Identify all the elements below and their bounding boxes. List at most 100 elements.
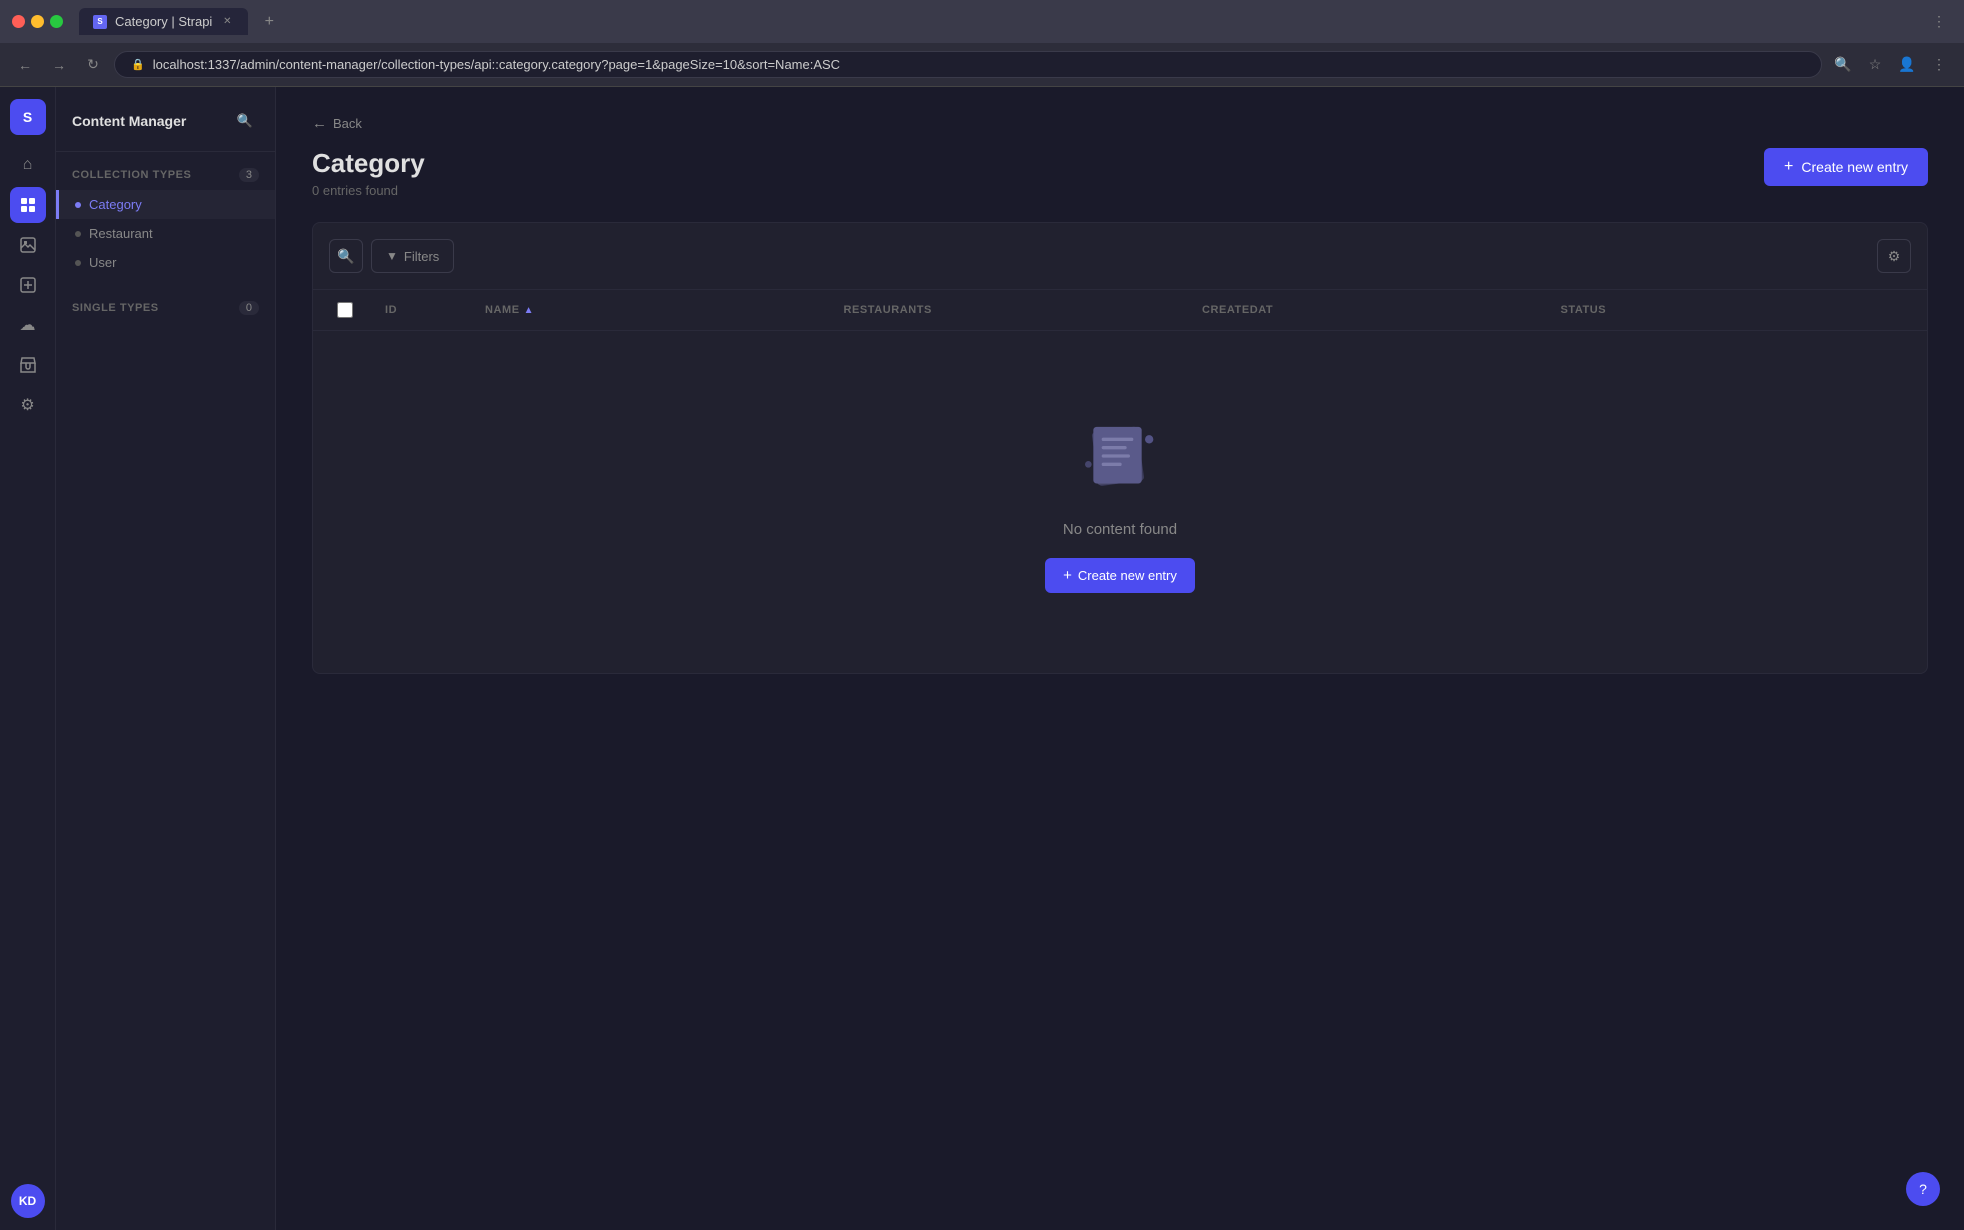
filters-btn[interactable]: ▼ Filters	[371, 239, 454, 273]
tab-close-btn[interactable]: ✕	[220, 15, 234, 29]
content-inner: ← Back Category 0 entries found + Create…	[276, 87, 1964, 1230]
header-checkbox-cell	[329, 290, 377, 330]
profile-icon[interactable]: 👤	[1894, 52, 1920, 78]
maximize-window-btn[interactable]	[50, 15, 63, 28]
main-content: ← Back Category 0 entries found + Create…	[276, 87, 1964, 1230]
select-all-checkbox[interactable]	[337, 302, 353, 318]
browser-tab[interactable]: S Category | Strapi ✕	[79, 8, 248, 35]
tab-title: Category | Strapi	[115, 14, 212, 29]
nav-dot-category	[75, 202, 81, 208]
table-search-icon: 🔍	[337, 248, 354, 265]
sidebar-home-btn[interactable]: ⌂	[10, 147, 46, 183]
entries-count: 0 entries found	[312, 183, 425, 198]
page-title: Category	[312, 148, 425, 179]
empty-create-label: Create new entry	[1078, 568, 1177, 583]
header-id: ID	[377, 290, 477, 330]
sidebar-settings-btn[interactable]: ⚙	[10, 387, 46, 423]
table-toolbar: 🔍 ▼ Filters ⚙	[313, 223, 1927, 290]
single-types-label: SINGLE TYPES	[72, 302, 159, 314]
header-createdat[interactable]: CREATEDAT	[1194, 290, 1553, 330]
nav-dot-user	[75, 260, 81, 266]
nav-item-user-label: User	[89, 255, 116, 270]
browser-chrome: S Category | Strapi ✕ + ⋮ ← → ↻ 🔒 localh…	[0, 0, 1964, 87]
nav-search-btn[interactable]: 🔍	[231, 107, 259, 135]
create-new-entry-btn-top[interactable]: + Create new entry	[1764, 148, 1928, 186]
header-status-label: STATUS	[1561, 304, 1607, 316]
back-label: Back	[333, 116, 362, 131]
back-btn[interactable]: ←	[12, 52, 38, 78]
nav-item-restaurant[interactable]: Restaurant	[56, 219, 275, 248]
nav-sidebar-header: Content Manager 🔍	[56, 87, 275, 152]
header-restaurants-label: RESTAURANTS	[844, 304, 932, 316]
tab-favicon: S	[93, 15, 107, 29]
table-search-btn[interactable]: 🔍	[329, 239, 363, 273]
browser-menu-btn[interactable]: ⋮	[1926, 9, 1952, 35]
nav-item-category[interactable]: Category	[56, 190, 275, 219]
back-arrow-icon: ←	[312, 115, 327, 132]
header-id-label: ID	[385, 304, 397, 316]
sidebar-content-manager-btn[interactable]	[10, 187, 46, 223]
single-types-header: SINGLE TYPES 0	[56, 301, 275, 323]
table-header: ID NAME ▲ RESTAURANTS CREATEDAT STATUS	[313, 290, 1927, 331]
browser-nav-actions: 🔍 ☆ 👤 ⋮	[1830, 52, 1952, 78]
table-toolbar-left: 🔍 ▼ Filters	[329, 239, 454, 273]
nav-dot-restaurant	[75, 231, 81, 237]
empty-state-icon	[1070, 411, 1170, 501]
sidebar-content-builder-btn[interactable]	[10, 267, 46, 303]
lock-icon: 🔒	[131, 58, 145, 71]
help-btn[interactable]: ?	[1906, 1172, 1940, 1206]
minimize-window-btn[interactable]	[31, 15, 44, 28]
collection-types-section: COLLECTION TYPES 3 Category Restaurant U…	[56, 152, 275, 285]
nav-item-restaurant-label: Restaurant	[89, 226, 153, 241]
header-name-label: NAME	[485, 304, 520, 316]
traffic-lights	[12, 15, 63, 28]
browser-nav-bar: ← → ↻ 🔒 localhost:1337/admin/content-man…	[0, 43, 1964, 86]
back-link[interactable]: ← Back	[312, 115, 362, 132]
collection-types-header: COLLECTION TYPES 3	[56, 168, 275, 190]
sidebar-shop-btn[interactable]	[10, 347, 46, 383]
sort-asc-icon: ▲	[524, 305, 534, 316]
icon-sidebar-top: S ⌂	[10, 99, 46, 1180]
header-name[interactable]: NAME ▲	[477, 290, 836, 330]
browser-title-bar: S Category | Strapi ✕ + ⋮	[0, 0, 1964, 43]
help-btn-container: ?	[1906, 1172, 1940, 1206]
user-avatar[interactable]: KD	[11, 1184, 45, 1218]
create-btn-plus-icon: +	[1784, 158, 1793, 176]
nav-sidebar-title: Content Manager	[72, 113, 186, 129]
bookmark-icon[interactable]: ☆	[1862, 52, 1888, 78]
nav-item-user[interactable]: User	[56, 248, 275, 277]
collection-types-count: 3	[239, 168, 259, 182]
sidebar-marketplace-btn[interactable]: ☁	[10, 307, 46, 343]
page-header-left: Category 0 entries found	[312, 148, 425, 198]
empty-state-title: No content found	[1063, 521, 1177, 538]
header-createdat-label: CREATEDAT	[1202, 304, 1273, 316]
table-settings-btn[interactable]: ⚙	[1877, 239, 1911, 273]
single-types-count: 0	[239, 301, 259, 315]
filters-label: Filters	[404, 249, 439, 264]
icon-sidebar-bottom: KD	[11, 1184, 45, 1218]
header-restaurants[interactable]: RESTAURANTS	[836, 290, 1195, 330]
nav-item-category-label: Category	[89, 197, 142, 212]
strapi-logo: S	[10, 99, 46, 135]
forward-btn[interactable]: →	[46, 52, 72, 78]
empty-create-plus-icon: +	[1063, 567, 1072, 584]
refresh-btn[interactable]: ↻	[80, 52, 106, 78]
collection-types-label: COLLECTION TYPES	[72, 169, 191, 181]
header-status[interactable]: STATUS	[1553, 290, 1912, 330]
single-types-section: SINGLE TYPES 0	[56, 285, 275, 331]
gear-icon: ⚙	[1888, 248, 1901, 265]
url-text: localhost:1337/admin/content-manager/col…	[153, 57, 840, 72]
browser-options-btn[interactable]: ⋮	[1926, 52, 1952, 78]
zoom-icon[interactable]: 🔍	[1830, 52, 1856, 78]
create-new-entry-btn-empty[interactable]: + Create new entry	[1045, 558, 1195, 593]
new-tab-btn[interactable]: +	[256, 9, 282, 35]
address-bar[interactable]: 🔒 localhost:1337/admin/content-manager/c…	[114, 51, 1822, 78]
nav-sidebar: Content Manager 🔍 COLLECTION TYPES 3 Cat…	[56, 87, 276, 1230]
icon-sidebar: S ⌂	[0, 87, 56, 1230]
filter-icon: ▼	[386, 249, 398, 263]
sidebar-media-btn[interactable]	[10, 227, 46, 263]
page-header: Category 0 entries found + Create new en…	[312, 148, 1928, 198]
close-window-btn[interactable]	[12, 15, 25, 28]
create-btn-label: Create new entry	[1801, 159, 1908, 175]
empty-state: No content found + Create new entry	[313, 331, 1927, 673]
